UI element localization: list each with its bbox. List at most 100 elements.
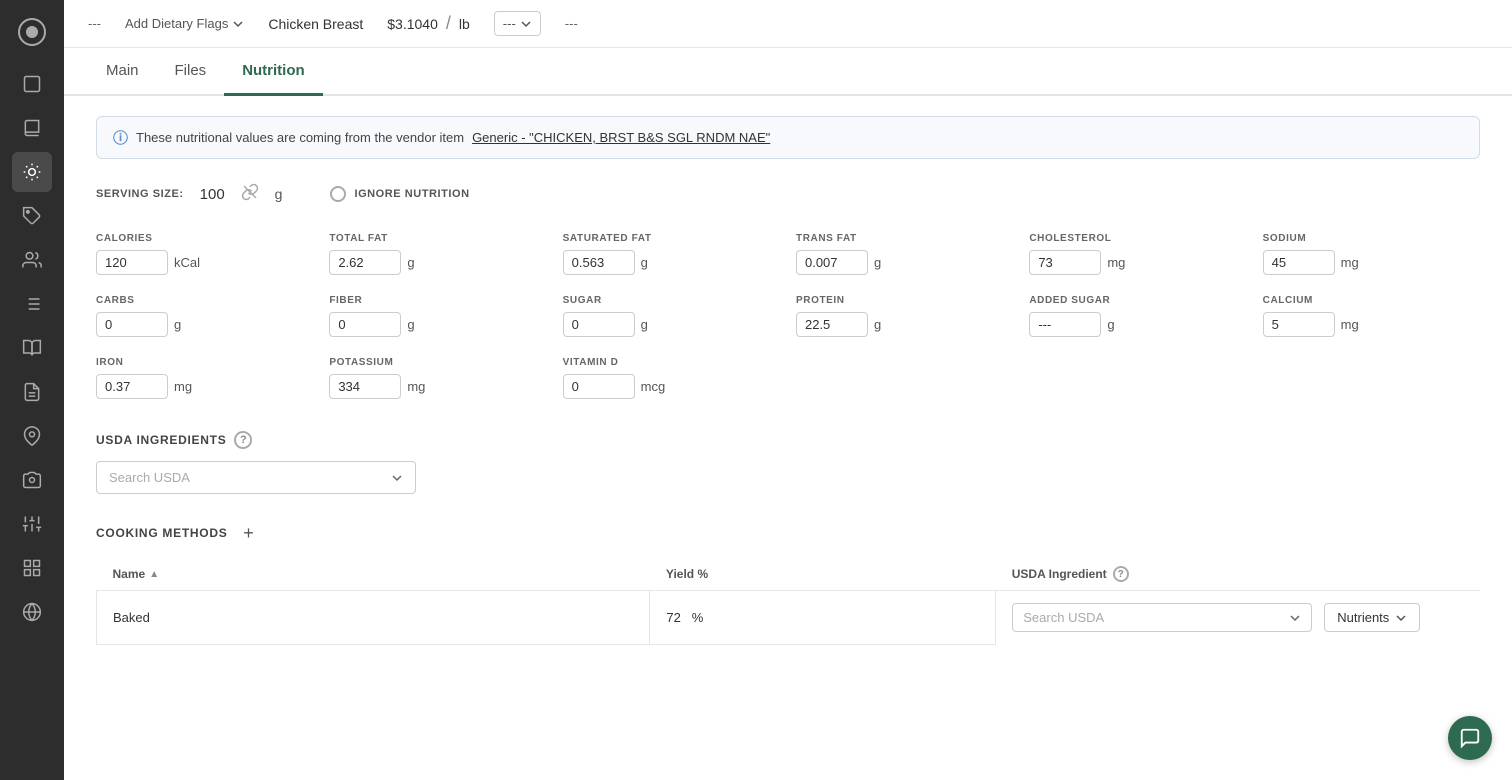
- cooking-methods-title: COOKING METHODS: [96, 526, 227, 540]
- nutrient-unit-added-sugar: g: [1107, 317, 1114, 332]
- row-usda-placeholder: Search USDA: [1023, 610, 1104, 625]
- usda-help-icon[interactable]: ?: [234, 431, 252, 449]
- nutrient-input-calories[interactable]: [96, 250, 168, 275]
- info-text: These nutritional values are coming from…: [136, 130, 464, 145]
- nutrient-sugar: SUGAR g: [563, 295, 780, 337]
- nutrient-calories: CALORIES kCal: [96, 233, 313, 275]
- book2-icon[interactable]: [12, 328, 52, 368]
- nutrient-fiber: FIBER g: [329, 295, 546, 337]
- ignore-radio[interactable]: [330, 186, 346, 202]
- nutrient-input-protein[interactable]: [796, 312, 868, 337]
- nutrient-input-sugar[interactable]: [563, 312, 635, 337]
- nutrient-label-calories: CALORIES: [96, 233, 313, 244]
- add-cooking-method-button[interactable]: +: [237, 522, 259, 544]
- sidebar-logo[interactable]: [12, 12, 52, 52]
- nutrient-vitamin-d: VITAMIN D mcg: [563, 357, 780, 399]
- tag-icon[interactable]: [12, 196, 52, 236]
- nutrient-label-cholesterol: CHOLESTEROL: [1029, 233, 1246, 244]
- nutrient-protein: PROTEIN g: [796, 295, 1013, 337]
- globe-icon[interactable]: [12, 592, 52, 632]
- topbar-dropdown[interactable]: ---: [494, 11, 541, 36]
- nutrient-input-trans-fat[interactable]: [796, 250, 868, 275]
- nutrient-label-total-fat: TOTAL FAT: [329, 233, 546, 244]
- topbar: --- Add Dietary Flags Chicken Breast $3.…: [64, 0, 1512, 48]
- nutrient-cholesterol: CHOLESTEROL mg: [1029, 233, 1246, 275]
- nutrient-input-saturated-fat[interactable]: [563, 250, 635, 275]
- nutrient-unit-carbs: g: [174, 317, 181, 332]
- row-usda: Search USDA Nutrients: [996, 591, 1480, 644]
- nutrient-label-fiber: FIBER: [329, 295, 546, 306]
- chat-fab-button[interactable]: [1448, 716, 1492, 760]
- nutrient-input-cholesterol[interactable]: [1029, 250, 1101, 275]
- report-icon[interactable]: [12, 372, 52, 412]
- nutrient-carbs: CARBS g: [96, 295, 313, 337]
- book-icon[interactable]: [12, 108, 52, 148]
- yield-unit: %: [692, 610, 704, 625]
- col-header-yield[interactable]: Yield %: [650, 558, 996, 591]
- package-icon[interactable]: [12, 64, 52, 104]
- nutrient-sodium: SODIUM mg: [1263, 233, 1480, 275]
- nutrient-unit-saturated-fat: g: [641, 255, 648, 270]
- price: $3.1040 / lb: [387, 13, 470, 34]
- nutrient-input-potassium[interactable]: [329, 374, 401, 399]
- nutrient-label-trans-fat: TRANS FAT: [796, 233, 1013, 244]
- col-header-name[interactable]: Name ▲: [97, 558, 650, 591]
- grid-icon[interactable]: [12, 548, 52, 588]
- dropdown-dashes: ---: [503, 16, 516, 31]
- price-value: $3.1040: [387, 16, 438, 32]
- nutrient-label-vitamin-d: VITAMIN D: [563, 357, 780, 368]
- cooking-methods-header: COOKING METHODS +: [96, 522, 1480, 544]
- nutrient-total-fat: TOTAL FAT g: [329, 233, 546, 275]
- topbar-dashes1: ---: [88, 16, 101, 31]
- ignore-nutrition-toggle[interactable]: IGNORE NUTRITION: [330, 186, 469, 202]
- nutrient-unit-vitamin-d: mcg: [641, 379, 666, 394]
- camera-icon[interactable]: [12, 460, 52, 500]
- nutrient-label-iron: IRON: [96, 357, 313, 368]
- cooking-methods-table: Name ▲ Yield % USDA Ingredient ?: [96, 558, 1480, 645]
- nutrient-label-saturated-fat: SATURATED FAT: [563, 233, 780, 244]
- sliders-icon[interactable]: [12, 504, 52, 544]
- nutrient-unit-trans-fat: g: [874, 255, 881, 270]
- nutrient-added-sugar: ADDED SUGAR g: [1029, 295, 1246, 337]
- nutrient-unit-cholesterol: mg: [1107, 255, 1125, 270]
- nutrient-input-calcium[interactable]: [1263, 312, 1335, 337]
- nutrient-input-added-sugar[interactable]: [1029, 312, 1101, 337]
- nutrient-iron: IRON mg: [96, 357, 313, 399]
- usda-col-help-icon[interactable]: ?: [1113, 566, 1129, 582]
- main-content: --- Add Dietary Flags Chicken Breast $3.…: [64, 0, 1512, 780]
- nutrient-saturated-fat: SATURATED FAT g: [563, 233, 780, 275]
- add-dietary-flags-button[interactable]: Add Dietary Flags: [125, 16, 244, 31]
- ignore-label: IGNORE NUTRITION: [354, 188, 469, 200]
- chef-icon[interactable]: [12, 152, 52, 192]
- usda-search-dropdown[interactable]: Search USDA: [96, 461, 416, 494]
- location-icon[interactable]: [12, 416, 52, 456]
- nutrient-input-vitamin-d[interactable]: [563, 374, 635, 399]
- price-unit: lb: [459, 16, 470, 32]
- people-icon[interactable]: [12, 240, 52, 280]
- nutrient-unit-calcium: mg: [1341, 317, 1359, 332]
- info-icon: ⓘ: [113, 127, 128, 148]
- vendor-item-link[interactable]: Generic - "CHICKEN, BRST B&S SGL RNDM NA…: [472, 130, 770, 145]
- nutrient-input-carbs[interactable]: [96, 312, 168, 337]
- nutrient-unit-sodium: mg: [1341, 255, 1359, 270]
- topbar-dashes3: ---: [565, 16, 578, 31]
- nutrient-unit-fiber: g: [407, 317, 414, 332]
- nutrient-input-sodium[interactable]: [1263, 250, 1335, 275]
- nutrients-button[interactable]: Nutrients: [1324, 603, 1420, 632]
- tabs: Main Files Nutrition: [64, 48, 1512, 96]
- price-slash: /: [446, 13, 451, 34]
- nutrient-input-fiber[interactable]: [329, 312, 401, 337]
- row-yield: 72 %: [650, 591, 996, 645]
- unlink-icon[interactable]: [241, 183, 259, 205]
- cooking-methods-section: COOKING METHODS + Name ▲ Yield %: [96, 522, 1480, 645]
- nutrient-unit-sugar: g: [641, 317, 648, 332]
- tab-files[interactable]: Files: [157, 48, 225, 96]
- col-header-usda: USDA Ingredient ?: [996, 558, 1480, 591]
- nutrient-input-total-fat[interactable]: [329, 250, 401, 275]
- nutrient-input-iron[interactable]: [96, 374, 168, 399]
- tab-nutrition[interactable]: Nutrition: [224, 48, 322, 96]
- list-icon[interactable]: [12, 284, 52, 324]
- tab-main[interactable]: Main: [88, 48, 157, 96]
- sort-arrow-icon: ▲: [149, 569, 159, 580]
- row-usda-search[interactable]: Search USDA: [1012, 603, 1312, 632]
